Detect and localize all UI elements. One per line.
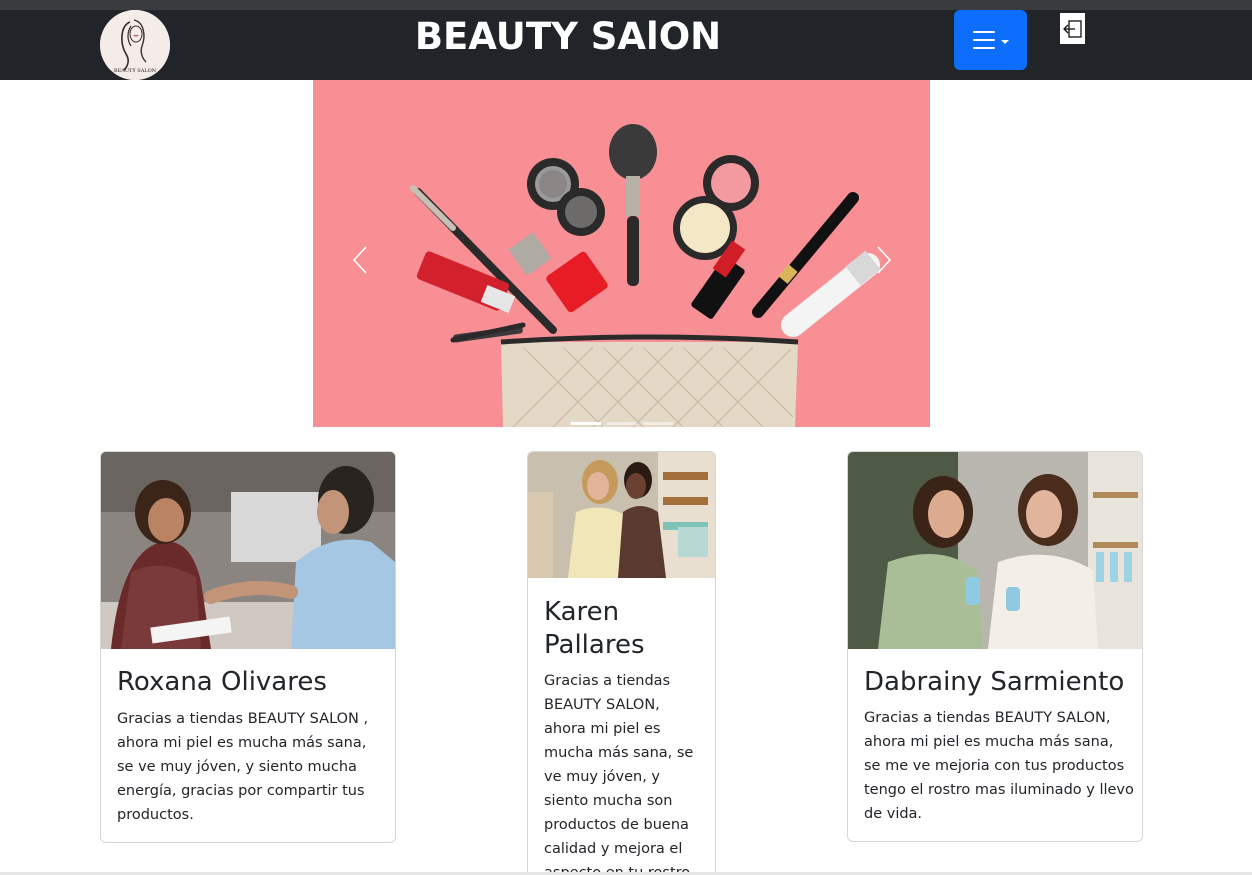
brand-logo[interactable]: BEAUTY SALON xyxy=(100,10,170,80)
testimonial-name: Dabrainy Sarmiento xyxy=(864,667,1125,697)
testimonial-photo xyxy=(101,452,395,649)
browser-top-strip xyxy=(0,0,1252,10)
carousel-indicator-2[interactable] xyxy=(607,422,637,425)
testimonial-text: Gracias a tiendas BEAUTY SALON, ahora mi… xyxy=(544,673,694,875)
testimonial-name: Roxana Olivares xyxy=(117,667,327,697)
brand-title[interactable]: BEAUTY SAlON xyxy=(400,15,736,58)
carousel-indicator-3[interactable] xyxy=(643,422,673,425)
navbar: BEAUTY SALON BEAUTY SAlON xyxy=(0,10,1252,80)
logo-graphic: BEAUTY SALON xyxy=(100,10,170,80)
chevron-left-icon xyxy=(352,246,367,274)
carousel-next-button[interactable] xyxy=(869,240,899,280)
testimonial-card: Roxana Olivares Gracias a tiendas BEAUTY… xyxy=(100,451,396,843)
carousel-indicator-1[interactable] xyxy=(571,422,601,425)
testimonial-photo xyxy=(528,452,715,578)
carousel-prev-button[interactable] xyxy=(345,240,375,280)
testimonial-text: Gracias a tiendas BEAUTY SALON , ahora m… xyxy=(117,711,369,823)
carousel-indicators xyxy=(571,422,673,425)
caret-down-icon xyxy=(1000,40,1009,44)
testimonial-card: Karen Pallares Gracias a tiendas BEAUTY … xyxy=(527,451,716,875)
testimonial-text: Gracias a tiendas BEAUTY SALON, ahora mi… xyxy=(864,710,1134,822)
testimonial-card: Dabrainy Sarmiento Gracias a tiendas BEA… xyxy=(847,451,1143,842)
hamburger-icon xyxy=(972,31,995,49)
menu-dropdown-button[interactable] xyxy=(954,10,1027,70)
testimonial-photo xyxy=(848,452,1142,649)
carousel-slide-image xyxy=(313,80,930,427)
svg-text:BEAUTY SALON: BEAUTY SALON xyxy=(114,68,157,74)
logout-button[interactable] xyxy=(1060,13,1085,44)
logout-icon xyxy=(1062,19,1082,38)
testimonial-name: Karen Pallares xyxy=(544,597,645,660)
chevron-right-icon xyxy=(877,246,892,274)
hero-carousel[interactable] xyxy=(313,80,930,427)
